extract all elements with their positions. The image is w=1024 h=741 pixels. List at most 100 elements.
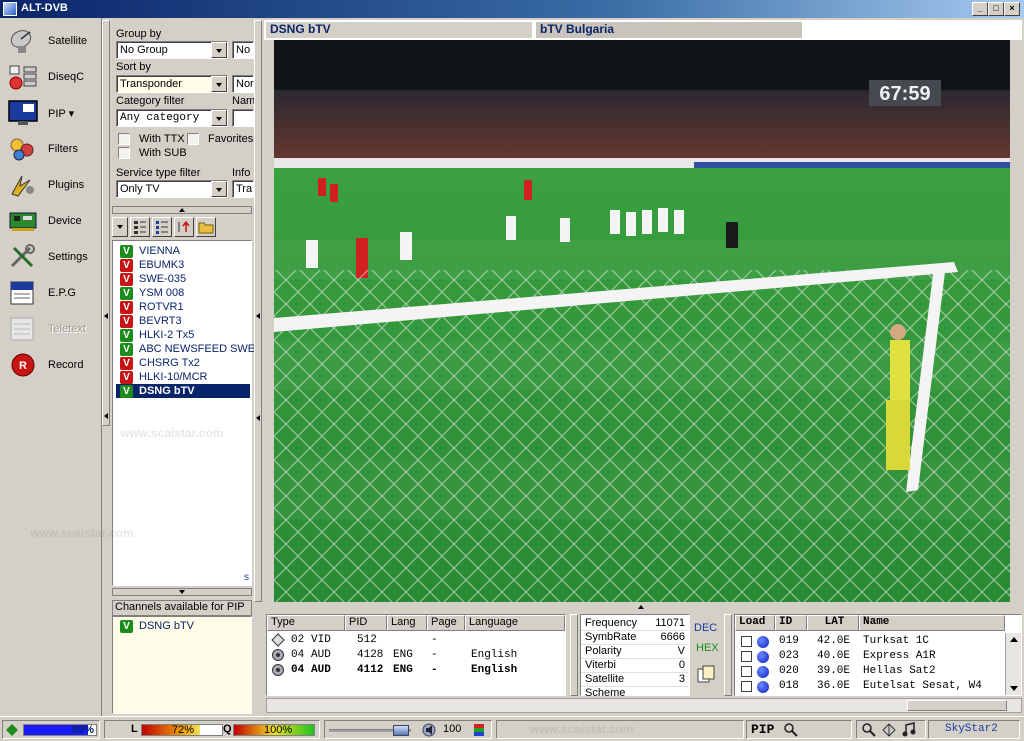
sat-scrollbar[interactable] [1005, 633, 1021, 695]
group-by-extra[interactable]: No [232, 41, 254, 59]
info-hscrollbar[interactable] [266, 698, 1022, 713]
satellite-row[interactable]: 018 36.0E Eutelsat Sesat, W4 [735, 679, 1005, 694]
tuning-label: SymbRate [585, 631, 637, 643]
col-load[interactable]: Load [735, 615, 775, 631]
name-filter-input[interactable] [232, 109, 254, 127]
tab-provider[interactable]: bTV Bulgaria [536, 22, 802, 38]
hex-toggle[interactable]: HEX [696, 642, 719, 654]
folder-icon[interactable] [196, 217, 216, 237]
close-button[interactable]: × [1004, 2, 1020, 16]
col-pid[interactable]: PID [345, 615, 387, 631]
channel-list-item[interactable]: V EBUMK3 [116, 258, 250, 272]
channel-list-item[interactable]: V SWE-035 [116, 272, 250, 286]
service-type-select[interactable]: Only TV [116, 180, 228, 198]
tools-status [856, 720, 926, 739]
info-select[interactable]: Tra [232, 180, 254, 198]
video-splitter[interactable] [254, 20, 262, 602]
tuning-label: Viterbi [585, 659, 616, 671]
level-percent: 72% [172, 724, 195, 736]
nav-filters[interactable]: Filters [4, 132, 98, 166]
dec-toggle[interactable]: DEC [694, 622, 717, 634]
load-checkbox[interactable] [741, 651, 752, 662]
quality-label: Q [223, 723, 232, 735]
detail-view-icon[interactable] [152, 217, 172, 237]
load-checkbox[interactable] [741, 681, 752, 692]
pip-status-label[interactable]: PIP [751, 722, 774, 737]
nav-record[interactable]: R Record [4, 348, 98, 382]
signal-meter: 89% [2, 720, 100, 739]
minimize-button[interactable]: _ [972, 2, 988, 16]
sort-by-select[interactable]: Transponder [116, 75, 228, 93]
pip-list-item[interactable]: V DSNG bTV [116, 619, 250, 633]
col-name[interactable]: Name [859, 615, 1005, 631]
channel-list-item[interactable]: V CHSRG Tx2 [116, 356, 250, 370]
nav-pip[interactable]: PIP ▾ [4, 96, 98, 130]
stream-row[interactable]: 04 AUD 4128 ENG - English [267, 648, 565, 663]
magnifier-icon[interactable] [783, 722, 799, 738]
level-quality-meters: L 72% Q 100% [104, 720, 320, 739]
volume-slider[interactable] [329, 725, 411, 736]
video-view[interactable]: 67:59 [274, 40, 1010, 602]
color-icon[interactable] [473, 723, 485, 737]
copy-icon[interactable] [696, 664, 716, 684]
nav-epg[interactable]: E.P.G [4, 276, 98, 310]
favorites-checkbox[interactable] [187, 133, 199, 145]
globe-icon [757, 651, 769, 663]
col-id[interactable]: ID [775, 615, 807, 631]
channel-list-item[interactable]: V VIENNA [116, 244, 250, 258]
load-checkbox[interactable] [741, 636, 752, 647]
list-view-icon[interactable] [130, 217, 150, 237]
channel-list-item[interactable]: V ROTVR1 [116, 300, 250, 314]
channel-list-item[interactable]: V BEVRT3 [116, 314, 250, 328]
filter-collapse-strip[interactable] [112, 206, 252, 214]
nav-satellite[interactable]: Satellite [4, 24, 98, 58]
list-collapse-strip[interactable] [112, 588, 252, 596]
col-type[interactable]: Type [267, 615, 345, 631]
search-icon[interactable] [861, 722, 877, 738]
col-language[interactable]: Language [465, 615, 565, 631]
col-page[interactable]: Page [427, 615, 465, 631]
satellite-id: 018 [779, 680, 799, 692]
maximize-button[interactable]: □ [988, 2, 1004, 16]
tuning-splitter[interactable] [570, 614, 578, 696]
channel-list-item[interactable]: V ABC NEWSFEED SWE. [116, 342, 258, 356]
sort-up-icon[interactable] [174, 217, 194, 237]
satellite-row[interactable]: 020 39.0E Hellas Sat2 [735, 664, 1005, 679]
nav-settings[interactable]: Settings [4, 240, 98, 274]
satellite-row[interactable]: 023 40.0E Express A1R [735, 649, 1005, 664]
nav-plugins[interactable]: Plugins [4, 168, 98, 202]
load-checkbox[interactable] [741, 666, 752, 677]
sat-splitter[interactable] [724, 614, 732, 696]
stream-row[interactable]: 02 VID 512 - [267, 633, 565, 648]
with-ttx-checkbox[interactable] [118, 133, 130, 145]
music-note-icon[interactable] [901, 722, 917, 738]
channel-menu-button[interactable] [112, 217, 128, 237]
channel-list-item[interactable]: V DSNG bTV [116, 384, 250, 398]
speaker-icon[interactable] [421, 722, 437, 738]
nav-splitter[interactable] [102, 20, 110, 426]
channel-list-item[interactable]: V HLKI-10/MCR [116, 370, 250, 384]
stream-row[interactable]: 04 AUD 4112 ENG - English [267, 663, 565, 678]
info-collapse-strip[interactable] [264, 604, 1022, 612]
nav-diseqc[interactable]: DiseqC [4, 60, 98, 94]
satellite-lat: 40.0E [817, 650, 851, 662]
tab-channel[interactable]: DSNG bTV [266, 22, 532, 38]
channel-list-item[interactable]: V HLKI-2 Tx5 [116, 328, 250, 342]
window-title: ALT-DVB [21, 2, 68, 14]
category-select[interactable]: Any category [116, 109, 228, 127]
nav-device[interactable]: Device [4, 204, 98, 238]
tuning-value: 11071 [655, 617, 685, 629]
nav-teletext: Teletext [4, 312, 98, 346]
with-sub-checkbox[interactable] [118, 147, 130, 159]
epg-icon [10, 281, 34, 305]
tuning-value: 6666 [660, 631, 685, 643]
col-lat[interactable]: LAT [807, 615, 859, 631]
nav-label: DiseqC [48, 71, 85, 83]
channel-list-item[interactable]: V YSM 008 [116, 286, 250, 300]
tuning-label: Polarity [585, 645, 622, 657]
satellite-row[interactable]: 019 42.0E Turksat 1C [735, 634, 1005, 649]
sort-order-extra[interactable]: Nor [232, 75, 254, 93]
col-lang[interactable]: Lang [387, 615, 427, 631]
group-by-select[interactable]: No Group [116, 41, 228, 59]
satellite-signal-icon[interactable] [881, 722, 897, 738]
